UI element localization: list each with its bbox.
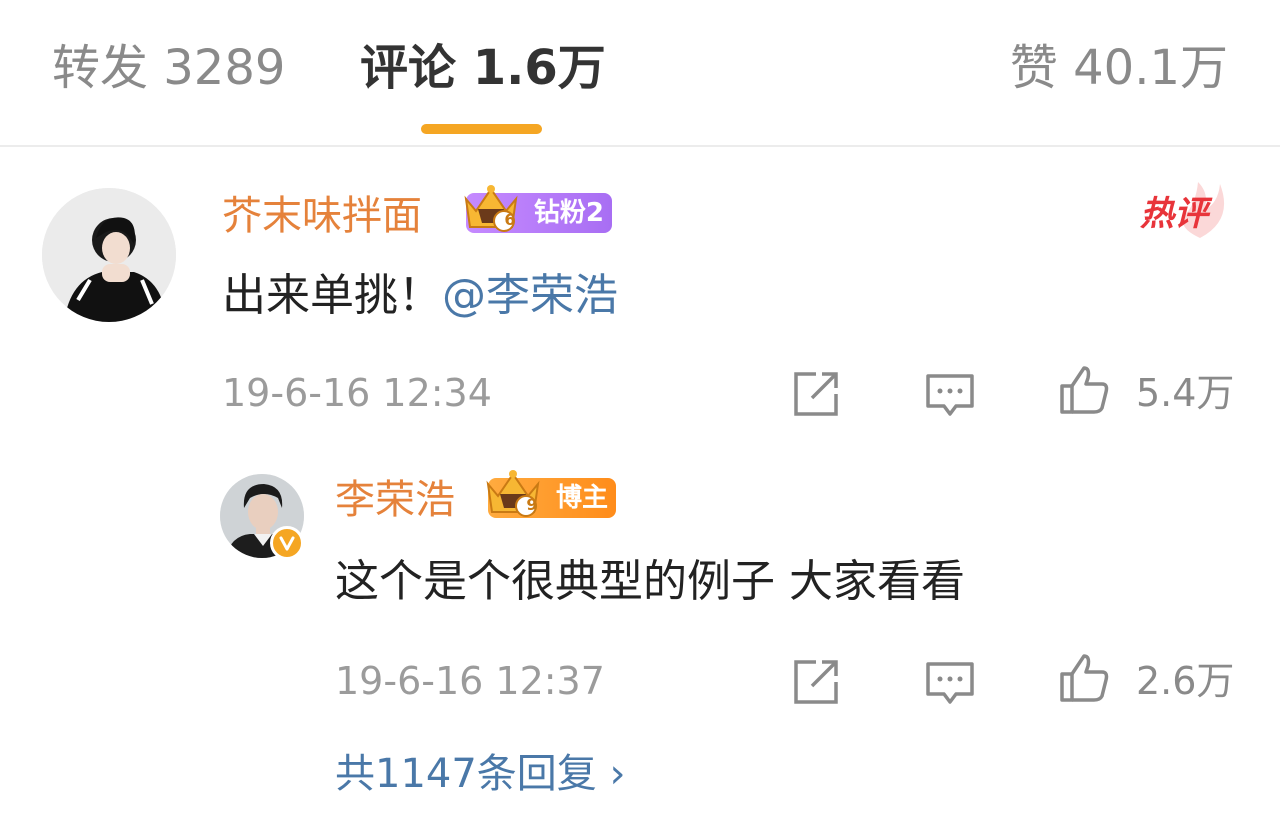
author-level: 9 xyxy=(526,495,538,514)
reply-username[interactable]: 李荣浩 xyxy=(335,474,455,526)
thumbs-up-icon[interactable] xyxy=(1058,652,1110,704)
author-badge-label: 博主 xyxy=(555,483,608,513)
tabs-header: 转发 3289 评论 1.6万 赞 40.1万 xyxy=(0,0,1280,147)
hot-comment-tag: 热评 xyxy=(1140,180,1232,240)
thumbs-up-icon[interactable] xyxy=(1058,364,1110,416)
fan-level: 6 xyxy=(504,210,516,229)
verified-icon xyxy=(270,526,304,560)
view-more-replies-link[interactable]: 共1147条回复 › xyxy=(335,748,626,800)
active-tab-indicator xyxy=(421,124,542,134)
author-badge: 9 博主 xyxy=(486,470,616,518)
comments-page: 转发 3289 评论 1.6万 赞 40.1万 芥末味拌面 6 钻粉2 热评 出… xyxy=(0,0,1280,820)
fan-badge: 6 钻粉2 xyxy=(464,185,612,233)
fan-badge-label: 钻粉2 xyxy=(533,198,604,228)
tab-repost[interactable]: 转发 3289 xyxy=(52,36,285,100)
comment-timestamp: 19-6-16 12:34 xyxy=(222,371,492,415)
share-icon[interactable] xyxy=(790,656,842,708)
tab-comments[interactable]: 评论 1.6万 xyxy=(360,36,606,100)
reply-timestamp: 19-6-16 12:37 xyxy=(335,659,605,703)
comment-text: 出来单挑！@李荣浩 xyxy=(222,266,618,326)
comment-body: 出来单挑！ xyxy=(222,270,442,321)
reply-icon[interactable] xyxy=(924,368,976,420)
reply-icon[interactable] xyxy=(924,656,976,708)
tab-likes[interactable]: 赞 40.1万 xyxy=(1010,36,1228,100)
reply-like-count: 2.6万 xyxy=(1136,659,1235,703)
commenter-username[interactable]: 芥末味拌面 xyxy=(222,190,422,242)
mention-link[interactable]: @李荣浩 xyxy=(442,270,618,321)
hot-comment-label: 热评 xyxy=(1140,194,1208,234)
reply-text: 这个是个很典型的例子 大家看看 xyxy=(335,556,965,607)
share-icon[interactable] xyxy=(790,368,842,420)
like-count: 5.4万 xyxy=(1136,371,1235,415)
commenter-avatar[interactable] xyxy=(42,188,176,322)
